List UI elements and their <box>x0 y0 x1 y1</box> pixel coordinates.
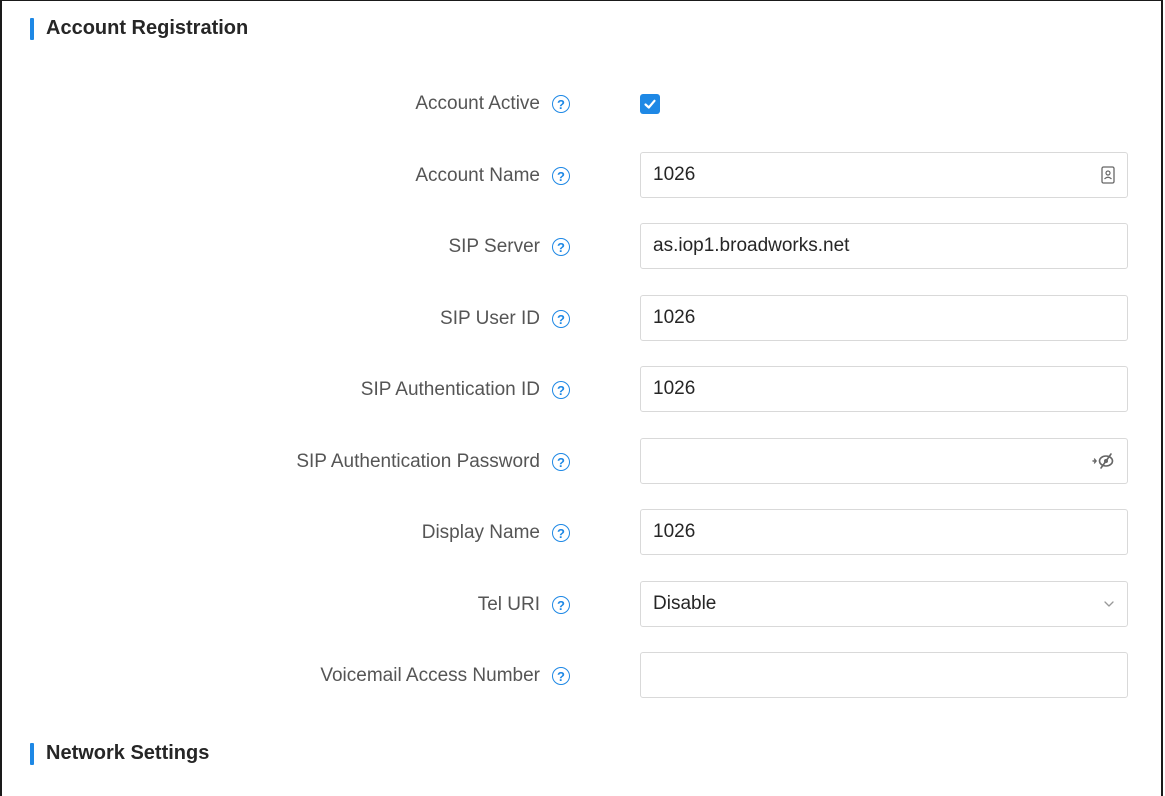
help-icon[interactable]: ? <box>552 524 570 542</box>
select-value: Disable <box>653 593 717 614</box>
row-display-name: Display Name ? 1026 <box>0 509 1163 557</box>
label-group: SIP Server ? <box>448 223 570 271</box>
row-sip-authentication-id: SIP Authentication ID ? 1026 <box>0 366 1163 414</box>
section-title: Network Settings <box>46 742 210 764</box>
field-label: Account Active <box>415 93 540 114</box>
field-label: Account Name <box>415 165 540 186</box>
section-accent-bar <box>30 17 34 40</box>
field-label: Voicemail Access Number <box>320 665 540 686</box>
help-icon[interactable]: ? <box>552 95 570 113</box>
field-label: Display Name <box>421 522 540 543</box>
row-sip-authentication-password: SIP Authentication Password ? <box>0 438 1163 486</box>
label-group: Tel URI ? <box>478 581 570 629</box>
row-tel-uri: Tel URI ? Disable <box>0 581 1163 629</box>
help-icon[interactable]: ? <box>552 238 570 256</box>
account-active-checkbox[interactable] <box>640 94 660 114</box>
sip-authentication-password-input[interactable] <box>640 438 1128 484</box>
help-icon[interactable]: ? <box>552 453 570 471</box>
eye-hidden-icon[interactable] <box>1091 451 1115 471</box>
label-group: SIP User ID ? <box>440 295 570 343</box>
row-sip-user-id: SIP User ID ? 1026 <box>0 295 1163 343</box>
sip-authentication-id-input[interactable]: 1026 <box>640 366 1128 412</box>
help-icon[interactable]: ? <box>552 167 570 185</box>
input-value: 1026 <box>653 164 696 185</box>
input-value: 1026 <box>653 378 696 399</box>
label-group: SIP Authentication Password ? <box>296 438 570 486</box>
row-account-active: Account Active ? <box>0 80 1163 128</box>
tel-uri-select[interactable]: Disable <box>640 581 1128 627</box>
help-icon[interactable]: ? <box>552 381 570 399</box>
sip-server-input[interactable]: as.iop1.broadworks.net <box>640 223 1128 269</box>
chevron-down-icon <box>1103 600 1115 608</box>
row-voicemail-access-number: Voicemail Access Number ? <box>0 652 1163 700</box>
field-label: SIP Server <box>448 236 540 257</box>
help-icon[interactable]: ? <box>552 596 570 614</box>
sip-user-id-input[interactable]: 1026 <box>640 295 1128 341</box>
display-name-input[interactable]: 1026 <box>640 509 1128 555</box>
input-value: as.iop1.broadworks.net <box>653 235 850 256</box>
field-label: Tel URI <box>477 594 540 615</box>
row-sip-server: SIP Server ? as.iop1.broadworks.net <box>0 223 1163 271</box>
account-name-input[interactable]: 1026 <box>640 152 1128 198</box>
section-header-account-registration: Account Registration <box>30 17 248 40</box>
section-title: Account Registration <box>46 17 249 39</box>
help-icon[interactable]: ? <box>552 667 570 685</box>
row-account-name: Account Name ? 1026 <box>0 152 1163 200</box>
field-label: SIP User ID <box>440 308 540 329</box>
voicemail-access-number-input[interactable] <box>640 652 1128 698</box>
label-group: Voicemail Access Number ? <box>320 652 570 700</box>
section-header-network-settings: Network Settings <box>30 742 209 765</box>
field-label: SIP Authentication Password <box>296 451 540 472</box>
help-icon[interactable]: ? <box>552 310 570 328</box>
input-value: 1026 <box>653 307 696 328</box>
label-group: Display Name ? <box>422 509 570 557</box>
label-group: SIP Authentication ID ? <box>361 366 570 414</box>
contact-card-icon[interactable] <box>1101 166 1115 184</box>
section-accent-bar <box>30 742 34 765</box>
label-group: Account Name ? <box>415 152 570 200</box>
field-label: SIP Authentication ID <box>360 379 540 400</box>
input-value: 1026 <box>653 521 696 542</box>
label-group: Account Active ? <box>415 80 570 128</box>
checkmark-icon <box>644 99 656 109</box>
